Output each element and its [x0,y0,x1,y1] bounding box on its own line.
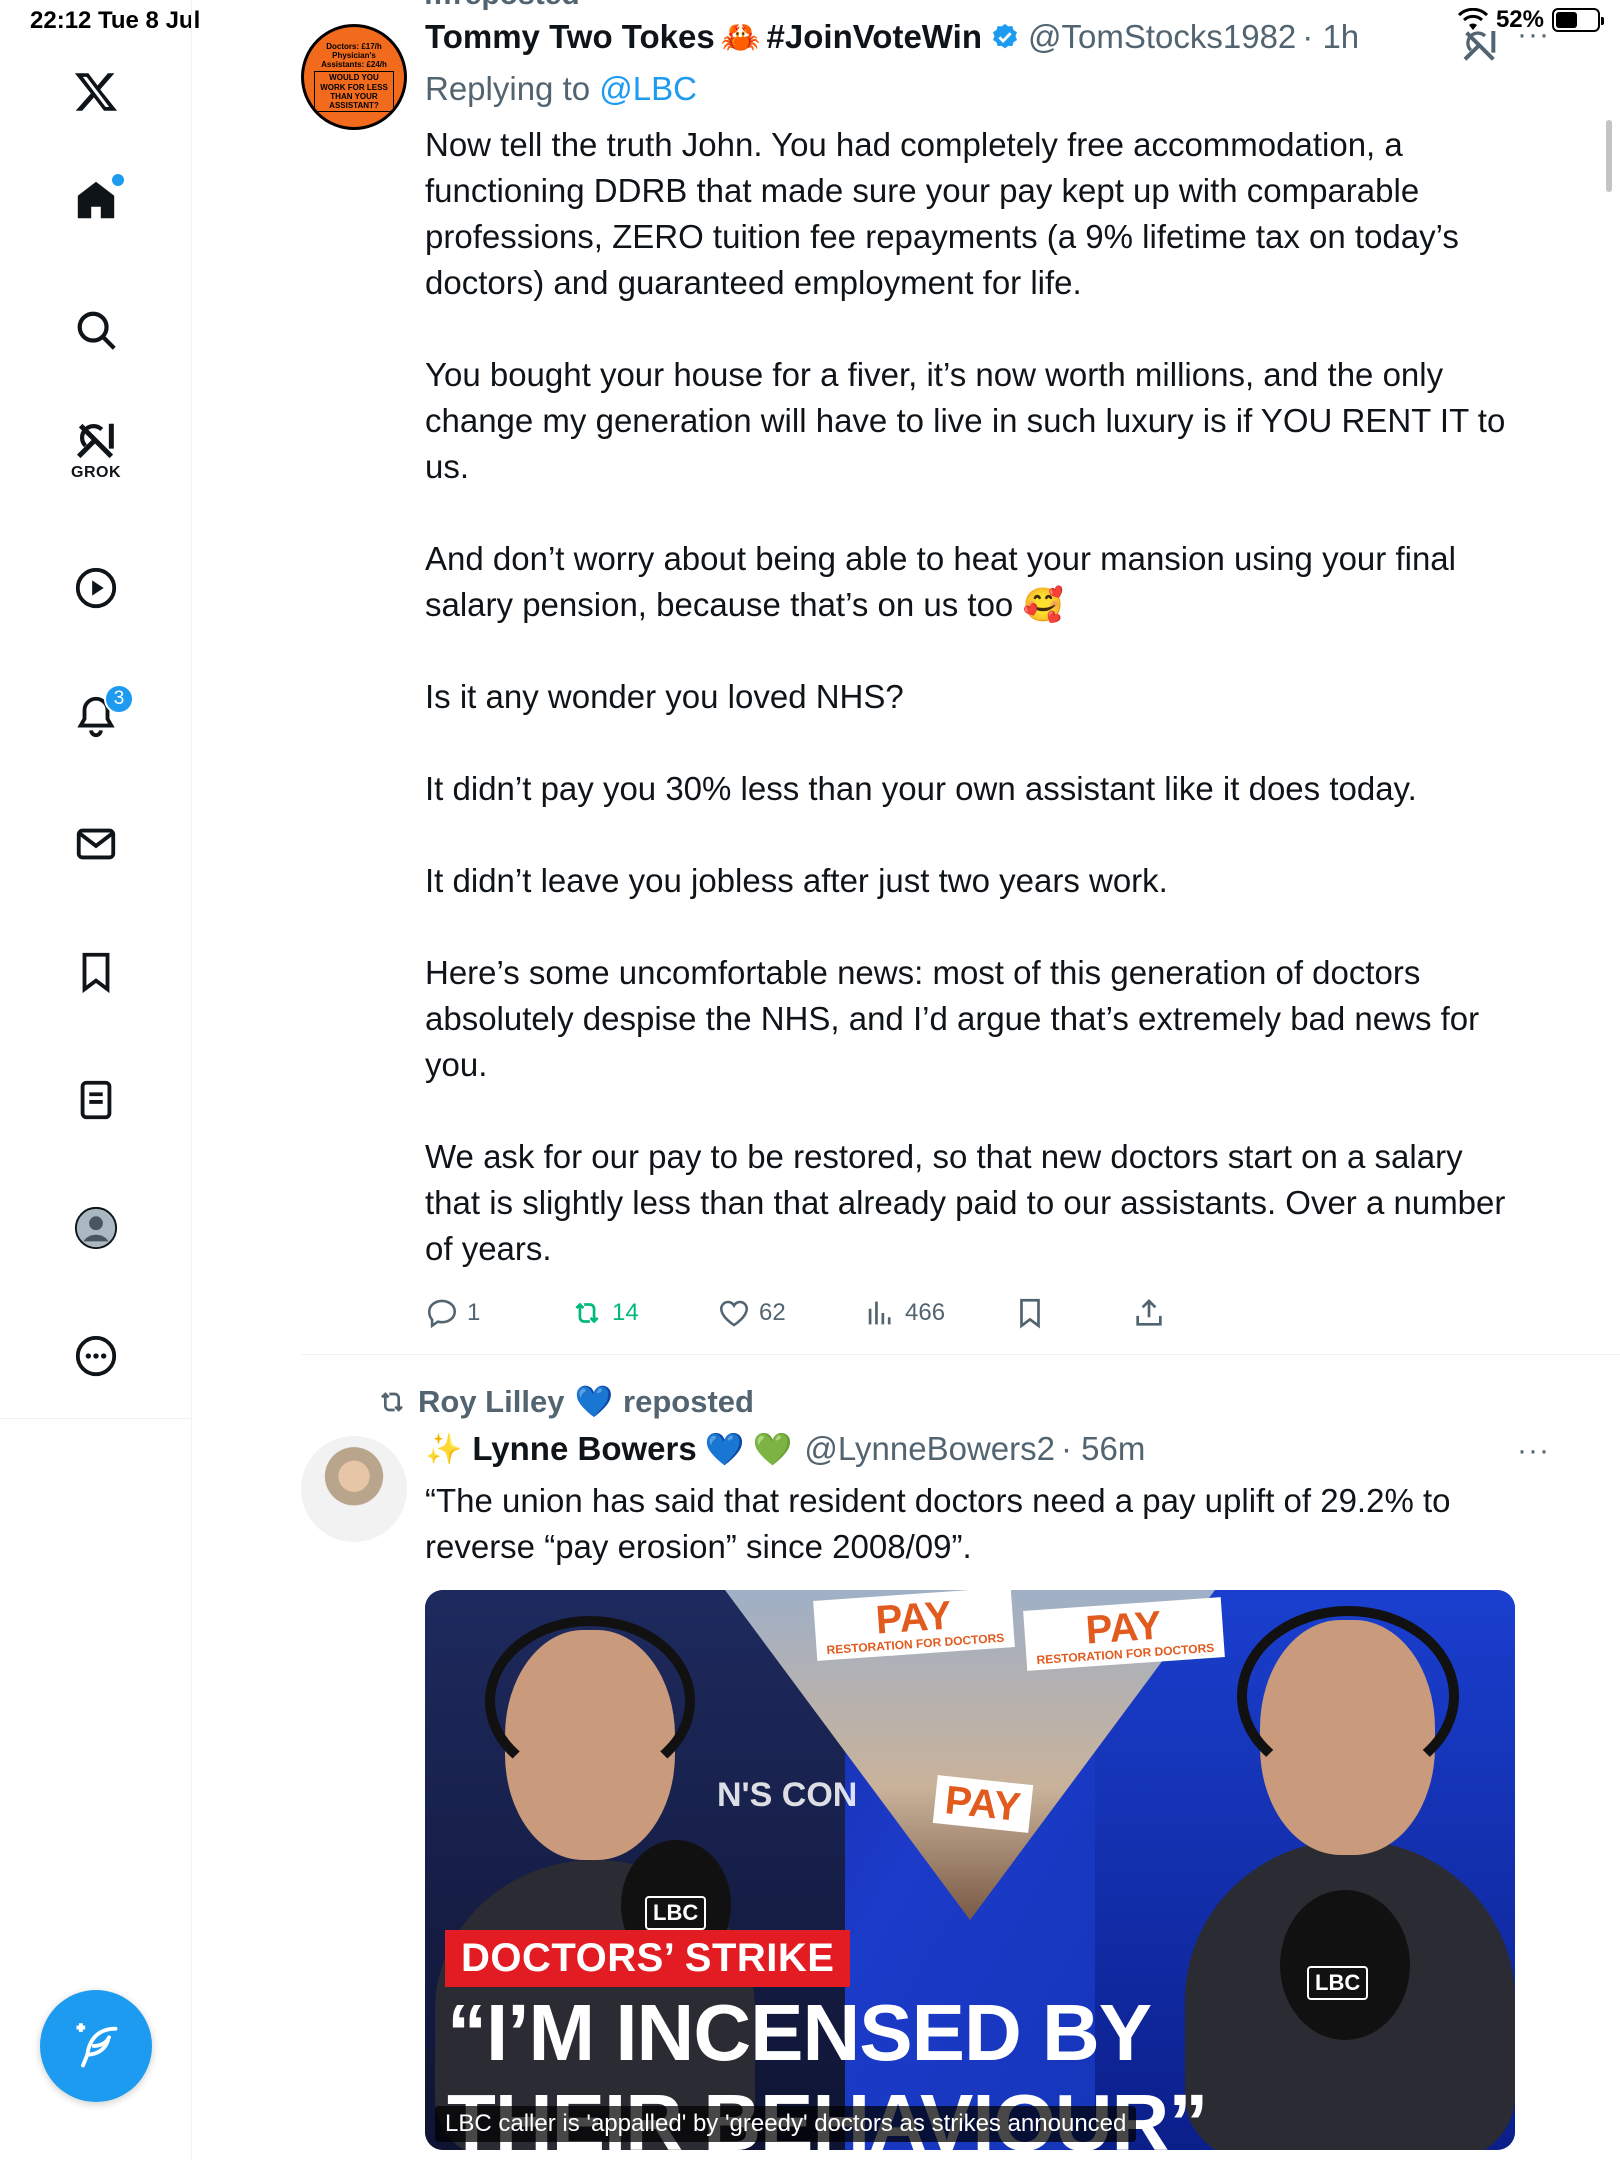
compose-post-button[interactable] [40,1990,152,2102]
lbc-logo: LBC [1307,1966,1369,2000]
tweet-header: ✨ Lynne Bowers 💙 💚 @LynneBowers2 · 56m [425,1430,1145,1468]
repost-button[interactable]: 14 [570,1296,639,1330]
backdrop-text: N'S CON [717,1776,858,1814]
home-icon[interactable] [56,160,136,240]
green-heart-emoji: 💚 [752,1431,793,1467]
sidebar-divider [0,1418,192,1419]
media-caption: LBC caller is 'appalled' by 'greedy' doc… [435,2106,1137,2142]
reply-icon [427,1299,457,1329]
blue-heart-emoji: 💙 [574,1384,614,1419]
reply-count: 1 [467,1299,481,1326]
grok-icon[interactable]: GROK [56,410,136,490]
news-strap: DOCTORS’ STRIKE [445,1930,851,1987]
verified-badge-icon [992,23,1017,49]
replying-prefix: Replying to [425,70,600,107]
profile-avatar-icon[interactable] [56,1188,136,1268]
share-icon [1136,1299,1162,1326]
crab-emoji: 🦀 [720,19,761,55]
grok-label: GROK [71,464,121,481]
like-button[interactable]: 62 [717,1296,786,1330]
headline-line: “I’M INCENSED BY [447,1988,1152,2077]
tweet-paragraph: It didn’t leave you jobless after just t… [425,862,1168,899]
tweet-paragraph: Now tell the truth John. You had complet… [425,126,1459,301]
views-count: 466 [905,1299,946,1326]
reposted-label: reposted [623,1383,754,1419]
placard-word: PAY [942,1778,1023,1830]
scrollbar-thumb[interactable] [1606,120,1612,192]
avatar[interactable]: Doctors: £17/h Physician's Assistants: £… [301,24,407,130]
bookmark-button[interactable] [1013,1296,1047,1330]
author-name[interactable]: Lynne Bowers [472,1430,696,1468]
tweet-more-icon[interactable]: ··· [1517,1434,1550,1468]
search-icon[interactable] [56,290,136,370]
lbc-logo: LBC [645,1896,707,1930]
tweet-more-icon[interactable]: ··· [1517,18,1550,52]
views-button[interactable]: 466 [863,1296,945,1330]
headphones [485,1616,695,1786]
repost-icon [381,1391,403,1412]
tweet-paragraph: Is it any wonder you loved NHS? [425,678,904,715]
messages-icon[interactable] [56,804,136,884]
sidebar: GROK 3 [0,0,192,2160]
views-icon [868,1301,891,1325]
bookmarks-icon[interactable] [56,932,136,1012]
tweet-text: Now tell the truth John. You had complet… [425,122,1515,1272]
reposted-by: Roy Lilley 💙 reposted [376,1383,754,1420]
tweet-media-image[interactable]: PAY RESTORATION FOR DOCTORS PAY RESTORATIO… [425,1590,1515,2150]
tweet-divider [301,1354,1620,1355]
tweet-time[interactable]: · 1h [1302,18,1359,56]
home-unread-dot [112,174,124,186]
grok-explain-icon[interactable] [1460,26,1500,66]
tweet-paragraph: We ask for our pay to be restored, so th… [425,1138,1506,1267]
avatar-box-text: WOULD YOU WORK FOR LESS THAN YOUR ASSIST… [314,71,394,113]
tweet-text: “The union has said that resident doctor… [425,1482,1451,1565]
avatar-text: Doctors: £17/h Physician's Assistants: £… [314,41,394,113]
repost-icon [575,1302,599,1324]
video-icon[interactable] [56,548,136,628]
bookmark-icon [1020,1298,1040,1329]
previous-repost-label: …reposted [423,0,580,12]
author-handle[interactable]: @LynneBowers2 [804,1430,1055,1468]
notifications-icon[interactable]: 3 [56,676,136,756]
reply-button[interactable]: 1 [425,1296,480,1330]
tweet-actions: 1 14 62 466 [425,1296,1425,1336]
avatar[interactable] [301,1436,407,1542]
tweet-paragraph: And don’t worry about being able to heat… [425,540,1456,623]
tweet-header: Tommy Two Tokes 🦀 #JoinVoteWin @TomStock… [425,18,1359,56]
like-count: 62 [759,1299,786,1326]
blue-heart-emoji: 💙 [704,1431,745,1467]
author-handle[interactable]: @TomStocks1982 [1028,18,1296,56]
timeline[interactable]: …reposted Doctors: £17/h Physician's Ass… [193,0,1620,2160]
placard: PAY [932,1775,1033,1833]
microphone [1280,1890,1410,2040]
tweet-time[interactable]: · 56m [1061,1430,1145,1468]
tweet-paragraph: Here’s some uncomfortable news: most of … [425,954,1480,1083]
feather-plus-icon [76,2023,118,2068]
tweet-paragraph: You bought your house for a fiver, it’s … [425,356,1506,485]
lists-icon[interactable] [56,1060,136,1140]
share-button[interactable] [1132,1296,1166,1330]
reposter-name[interactable]: Roy Lilley [418,1384,564,1420]
sparkle-emoji: ✨ [425,1432,463,1466]
more-icon[interactable] [56,1316,136,1396]
headphones [1237,1606,1459,1786]
tweet-paragraph: It didn’t pay you 30% less than your own… [425,770,1417,807]
notifications-badge: 3 [104,684,134,714]
replying-to-link[interactable]: @LBC [599,70,697,107]
replying-to: Replying to @LBC [425,70,697,108]
author-hashtag[interactable]: #JoinVoteWin [767,18,982,56]
author-name[interactable]: Tommy Two Tokes [425,18,715,56]
heart-icon [719,1300,749,1327]
x-logo-icon[interactable] [56,52,136,132]
avatar-caption: Doctors: £17/h Physician's Assistants: £… [321,41,387,70]
repost-count: 14 [612,1299,639,1326]
